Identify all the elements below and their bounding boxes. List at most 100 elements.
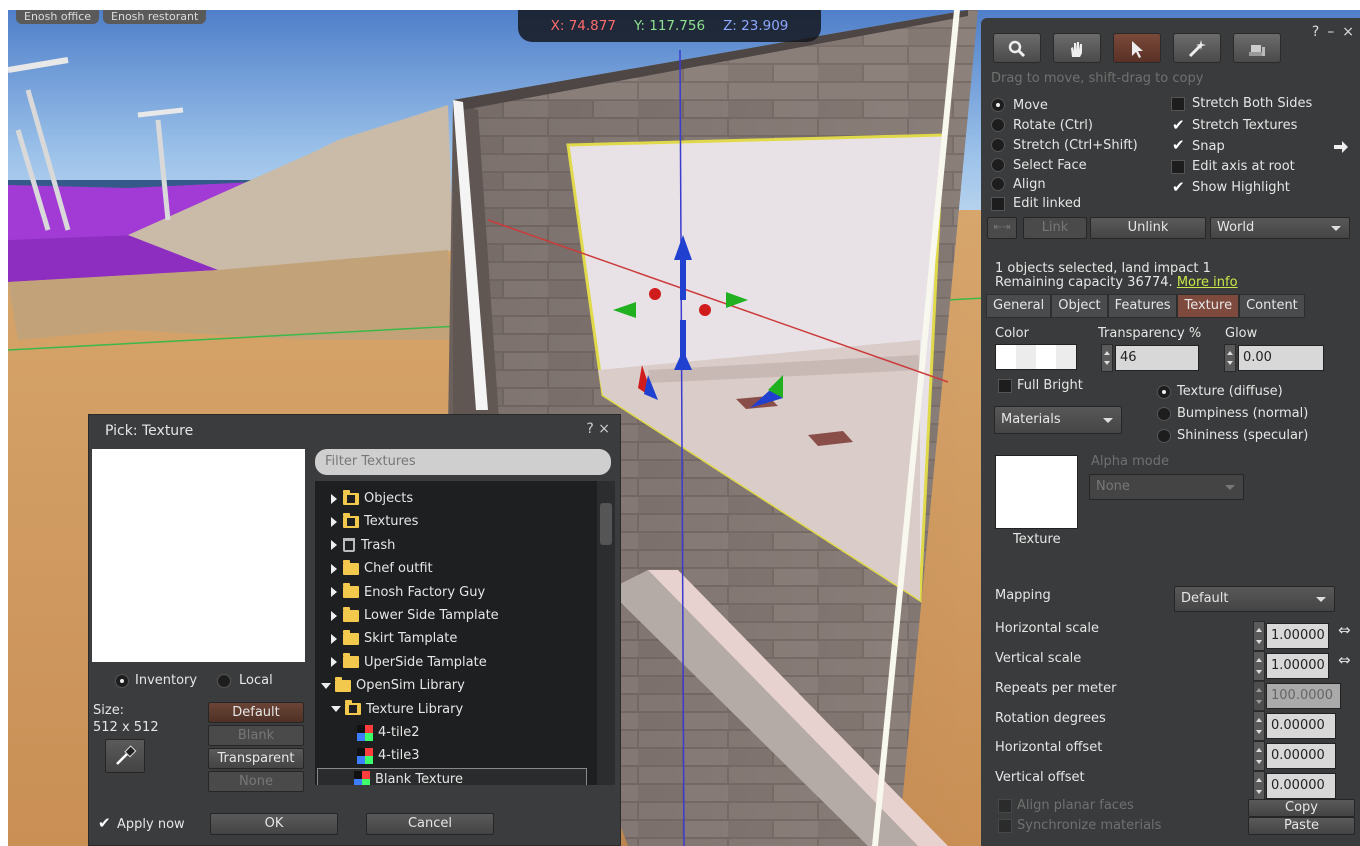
- edit-linked-checkbox[interactable]: [991, 197, 1005, 211]
- mode-move-radio[interactable]: [991, 98, 1005, 112]
- arrow-right-icon[interactable]: [1333, 140, 1349, 154]
- source-inventory-radio[interactable]: [115, 674, 129, 688]
- tree-item[interactable]: Chef outfit: [331, 557, 433, 580]
- tree-item[interactable]: Trash: [331, 534, 395, 557]
- flip-vertical-icon[interactable]: ⇔: [1338, 651, 1351, 669]
- copy-button[interactable]: Copy: [1248, 799, 1355, 817]
- expanded-arrow-icon[interactable]: [331, 706, 341, 713]
- collapsed-arrow-icon[interactable]: [331, 610, 337, 621]
- ok-button[interactable]: OK: [210, 813, 338, 835]
- collapsed-arrow-icon[interactable]: [331, 563, 337, 574]
- materials-dropdown[interactable]: Materials: [994, 406, 1122, 434]
- rotation-spinner[interactable]: [1253, 711, 1265, 741]
- flip-horizontal-icon[interactable]: ⇔: [1338, 621, 1351, 639]
- horizontal-scale-field[interactable]: 1.00000: [1266, 623, 1329, 649]
- align-planar-checkbox[interactable]: [998, 799, 1012, 813]
- horizontal-offset-field[interactable]: 0.00000: [1266, 743, 1336, 769]
- tree-item[interactable]: OpenSim Library: [321, 674, 465, 697]
- paste-button[interactable]: Paste: [1248, 817, 1355, 835]
- tab-features[interactable]: Features: [1107, 294, 1178, 318]
- scrollbar-thumb[interactable]: [600, 503, 612, 545]
- repeats-spinner[interactable]: [1253, 681, 1265, 711]
- land-tool-button[interactable]: [1233, 33, 1281, 63]
- collapsed-arrow-icon[interactable]: [331, 540, 337, 551]
- link-button[interactable]: Link: [1023, 217, 1087, 239]
- channel-diffuse-radio[interactable]: [1157, 385, 1171, 399]
- rotation-field[interactable]: 0.00000: [1266, 713, 1336, 739]
- collapsed-arrow-icon[interactable]: [331, 493, 337, 504]
- transparency-spinner[interactable]: [1101, 344, 1113, 372]
- alpha-mode-dropdown[interactable]: None: [1089, 474, 1244, 500]
- eyedropper-button[interactable]: [105, 739, 145, 773]
- create-tool-button[interactable]: [1173, 33, 1221, 63]
- mode-align-radio[interactable]: [991, 177, 1005, 191]
- crumb-item[interactable]: Enosh office: [16, 10, 100, 24]
- channel-normal-radio[interactable]: [1157, 407, 1171, 421]
- cancel-button[interactable]: Cancel: [366, 813, 494, 835]
- horizontal-offset-spinner[interactable]: [1253, 741, 1265, 771]
- more-info-link[interactable]: More info: [1177, 275, 1238, 290]
- tree-item[interactable]: Blank Texture: [317, 767, 587, 785]
- expanded-arrow-icon[interactable]: [321, 682, 331, 689]
- vertical-scale-field[interactable]: 1.00000: [1266, 653, 1329, 679]
- vertical-offset-spinner[interactable]: [1253, 771, 1265, 801]
- unlink-button[interactable]: Unlink: [1090, 217, 1206, 239]
- sync-materials-checkbox[interactable]: [998, 819, 1012, 833]
- tree-item[interactable]: Enosh Factory Guy: [331, 581, 485, 604]
- close-button[interactable]: ×: [1342, 24, 1354, 40]
- color-swatch[interactable]: [995, 344, 1077, 370]
- tree-item[interactable]: Textures: [331, 510, 418, 533]
- tab-object[interactable]: Object: [1051, 294, 1108, 318]
- link-arrows-icon[interactable]: ⇤⇥: [987, 217, 1017, 239]
- tree-item[interactable]: 4-tile3: [357, 744, 420, 767]
- tree-item[interactable]: Objects: [331, 487, 413, 510]
- tree-item[interactable]: Skirt Tamplate: [331, 627, 457, 650]
- edit-tool-button[interactable]: [1113, 33, 1161, 63]
- crumb-item[interactable]: Enosh restorant: [103, 10, 207, 24]
- apply-now-checkbox[interactable]: ✔: [97, 816, 111, 831]
- vertical-offset-field[interactable]: 0.00000: [1266, 773, 1336, 799]
- collapsed-arrow-icon[interactable]: [331, 633, 337, 644]
- help-button[interactable]: ?: [1312, 24, 1319, 40]
- stretch-textures-checkbox[interactable]: ✔: [1171, 118, 1185, 133]
- mode-rotate-radio[interactable]: [991, 118, 1005, 132]
- collapsed-arrow-icon[interactable]: [331, 657, 337, 668]
- horizontal-scale-spinner[interactable]: [1253, 621, 1265, 651]
- help-icon[interactable]: ?: [586, 421, 593, 437]
- grab-tool-button[interactable]: [1053, 33, 1101, 63]
- vertical-scale-spinner[interactable]: [1253, 651, 1265, 681]
- snap-checkbox[interactable]: ✔: [1171, 138, 1185, 153]
- edit-axis-root-checkbox[interactable]: [1171, 160, 1185, 174]
- tree-item[interactable]: 4-tile2: [357, 721, 420, 744]
- close-icon[interactable]: ×: [598, 421, 610, 437]
- collapsed-arrow-icon[interactable]: [331, 516, 337, 527]
- blank-button[interactable]: Blank: [208, 725, 304, 746]
- none-button[interactable]: None: [208, 771, 304, 792]
- minimize-button[interactable]: –: [1327, 24, 1334, 40]
- texture-swatch[interactable]: [995, 455, 1078, 529]
- ruler-dropdown[interactable]: World: [1210, 217, 1350, 239]
- collapsed-arrow-icon[interactable]: [331, 587, 337, 598]
- repeats-field[interactable]: 100.0000: [1266, 683, 1341, 709]
- mode-select-face-radio[interactable]: [991, 158, 1005, 172]
- tree-item[interactable]: Lower Side Tamplate: [331, 604, 499, 627]
- mapping-dropdown[interactable]: Default: [1174, 586, 1335, 612]
- tree-scrollbar[interactable]: [597, 481, 615, 785]
- channel-specular-radio[interactable]: [1157, 429, 1171, 443]
- full-bright-checkbox[interactable]: [998, 379, 1012, 393]
- glow-field[interactable]: 0.00: [1238, 345, 1324, 371]
- focus-tool-button[interactable]: [993, 33, 1041, 63]
- default-button[interactable]: Default: [208, 702, 304, 723]
- tab-content[interactable]: Content: [1239, 294, 1305, 318]
- tab-general[interactable]: General: [986, 294, 1052, 318]
- glow-spinner[interactable]: [1224, 344, 1236, 372]
- tree-item[interactable]: UperSide Tamplate: [331, 651, 487, 674]
- tree-item[interactable]: Texture Library: [331, 698, 463, 721]
- stretch-both-sides-checkbox[interactable]: [1171, 97, 1185, 111]
- transparency-field[interactable]: 46: [1115, 345, 1199, 371]
- transparent-button[interactable]: Transparent: [208, 748, 304, 769]
- show-highlight-checkbox[interactable]: ✔: [1171, 180, 1185, 195]
- mode-stretch-radio[interactable]: [991, 138, 1005, 152]
- source-local-radio[interactable]: [217, 674, 231, 688]
- filter-textures-input[interactable]: Filter Textures: [315, 449, 611, 475]
